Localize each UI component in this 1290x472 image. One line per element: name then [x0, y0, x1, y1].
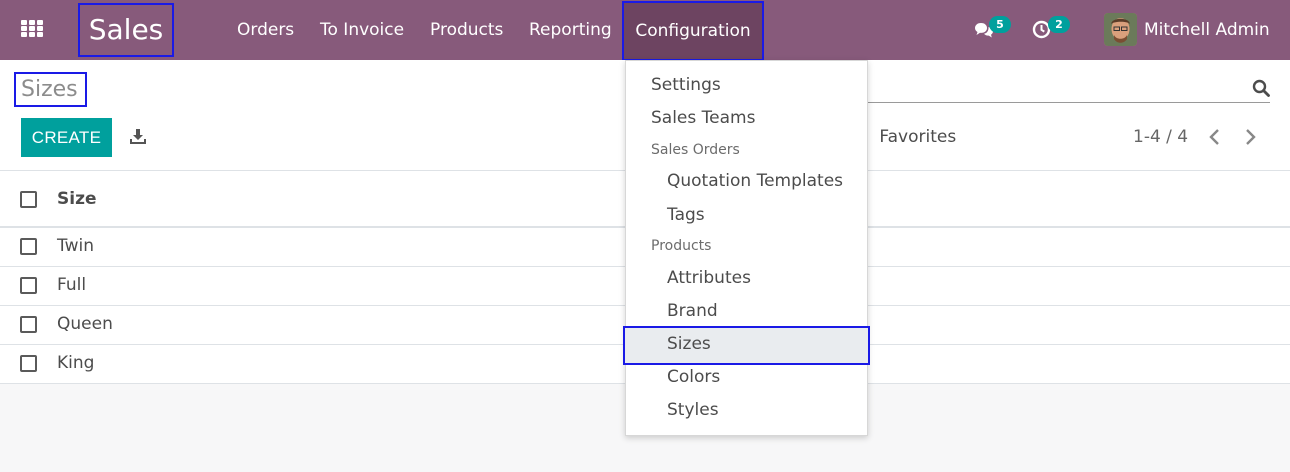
menu-item-tags[interactable]: Tags [667, 205, 705, 225]
activities-count-badge: 2 [1048, 16, 1070, 33]
chevron-left-icon[interactable] [1207, 127, 1223, 147]
chevron-right-icon[interactable] [1242, 127, 1258, 147]
menu-item-brand[interactable]: Brand [667, 301, 718, 321]
row-checkbox[interactable] [20, 316, 37, 333]
section-header-products: Products [651, 238, 712, 254]
menu-orders[interactable]: Orders [237, 0, 294, 60]
favorites-menu[interactable]: Favorites [860, 127, 956, 147]
menu-item-settings[interactable]: Settings [651, 75, 721, 95]
user-avatar-image [1104, 13, 1137, 46]
row-size-value: Twin [57, 236, 94, 256]
menu-item-sales-teams[interactable]: Sales Teams [651, 108, 755, 128]
search-input[interactable] [868, 102, 1270, 103]
menu-item-sizes-highlight[interactable] [623, 326, 870, 365]
messages-count-badge: 5 [989, 16, 1011, 33]
menu-reporting[interactable]: Reporting [529, 0, 612, 60]
row-size-value: Full [57, 275, 87, 295]
menu-item-styles[interactable]: Styles [667, 400, 719, 420]
section-header-sales-orders: Sales Orders [651, 142, 740, 158]
app-title[interactable]: Sales [78, 3, 174, 57]
top-navbar: Sales Orders To Invoice Products Reporti… [0, 0, 1290, 61]
row-size-value: King [57, 353, 95, 373]
favorites-label: Favorites [879, 127, 957, 147]
menu-to-invoice[interactable]: To Invoice [320, 0, 404, 60]
menu-item-quotation-templates[interactable]: Quotation Templates [667, 171, 843, 191]
menu-products[interactable]: Products [430, 0, 503, 60]
menu-item-attributes[interactable]: Attributes [667, 268, 751, 288]
download-icon[interactable] [129, 129, 147, 145]
activities-button[interactable]: 2 [1031, 0, 1075, 60]
menu-configuration[interactable]: Configuration [622, 1, 764, 61]
create-button[interactable]: CREATE [21, 118, 112, 157]
column-header-size[interactable]: Size [57, 189, 97, 209]
select-all-checkbox[interactable] [20, 191, 37, 208]
messages-button[interactable]: 5 [972, 0, 1018, 60]
row-checkbox[interactable] [20, 277, 37, 294]
user-avatar[interactable] [1104, 13, 1137, 46]
row-checkbox[interactable] [20, 238, 37, 255]
apps-grid-icon[interactable] [21, 20, 43, 38]
breadcrumb-title: Sizes [14, 72, 87, 107]
configuration-dropdown: Settings Sales Teams Sales Orders Quotat… [623, 60, 870, 436]
row-checkbox[interactable] [20, 355, 37, 372]
user-name[interactable]: Mitchell Admin [1144, 0, 1270, 60]
menu-item-colors[interactable]: Colors [667, 367, 720, 387]
row-size-value: Queen [57, 314, 113, 334]
menu-item-sizes[interactable]: Sizes [667, 334, 711, 354]
pager-value[interactable]: 1-4 / 4 [1133, 127, 1188, 147]
search-icon[interactable] [1252, 79, 1270, 97]
